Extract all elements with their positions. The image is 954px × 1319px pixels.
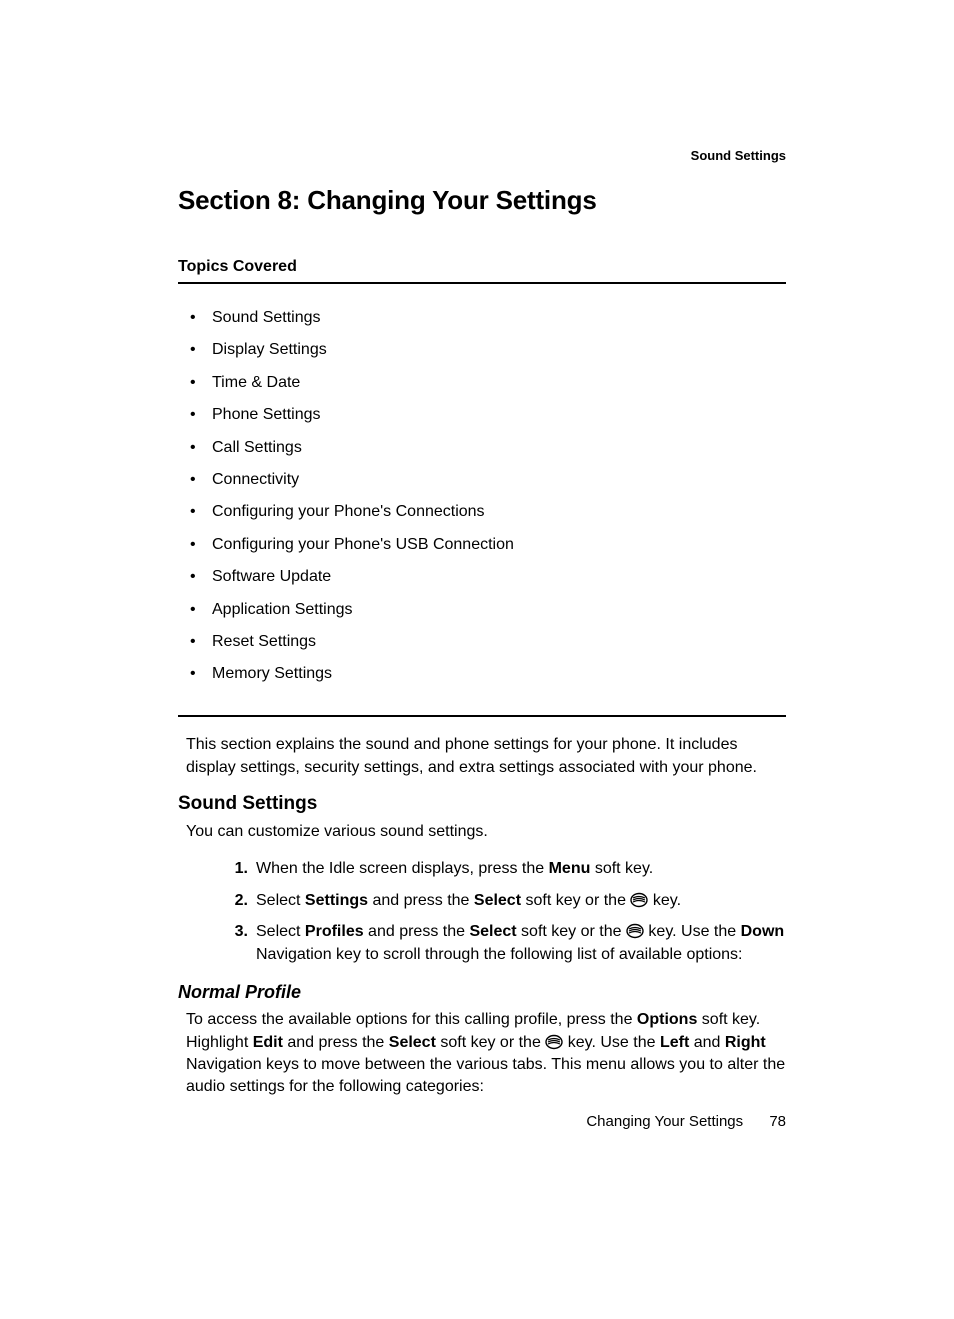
sound-settings-heading: Sound Settings (178, 793, 786, 815)
footer-label: Changing Your Settings (586, 1113, 743, 1130)
list-item: Reset Settings (190, 626, 786, 658)
text: key. Use the (563, 1034, 660, 1051)
list-item: Software Update (190, 561, 786, 593)
intro-paragraph: This section explains the sound and phon… (186, 733, 786, 779)
text: Select (256, 923, 305, 940)
normal-profile-paragraph: To access the available options for this… (186, 1009, 786, 1099)
text: key. (648, 892, 681, 909)
step-item: When the Idle screen displays, press the… (222, 853, 786, 884)
list-item: Display Settings (190, 334, 786, 366)
ok-key-icon (626, 923, 644, 939)
text: Navigation keys to move between the vari… (186, 1056, 785, 1095)
text: Navigation key to scroll through the fol… (256, 946, 743, 963)
text: and press the (368, 892, 474, 909)
bold-text: Profiles (305, 923, 364, 940)
text: soft key or the (517, 923, 626, 940)
bold-text: Down (741, 923, 785, 940)
list-item: Memory Settings (190, 658, 786, 690)
bold-text: Select (389, 1034, 436, 1051)
bold-text: Options (637, 1011, 697, 1028)
bold-text: Right (725, 1034, 766, 1051)
topics-list: Sound Settings Display Settings Time & D… (190, 302, 786, 691)
page: Sound Settings Section 8: Changing Your … (0, 0, 954, 1099)
running-head: Sound Settings (178, 148, 786, 163)
ok-key-icon (630, 892, 648, 908)
list-item: Configuring your Phone's USB Connection (190, 529, 786, 561)
text: Select (256, 892, 305, 909)
sound-settings-steps: When the Idle screen displays, press the… (222, 853, 786, 970)
ok-key-icon (545, 1034, 563, 1050)
divider (178, 282, 786, 284)
list-item: Phone Settings (190, 399, 786, 431)
list-item: Application Settings (190, 594, 786, 626)
list-item: Configuring your Phone's Connections (190, 496, 786, 528)
text: and press the (283, 1034, 389, 1051)
list-item: Time & Date (190, 367, 786, 399)
bold-text: Menu (549, 860, 591, 877)
page-number: 78 (769, 1113, 786, 1130)
sound-settings-lead: You can customize various sound settings… (186, 821, 786, 843)
list-item: Sound Settings (190, 302, 786, 334)
bold-text: Left (660, 1034, 689, 1051)
bold-text: Settings (305, 892, 368, 909)
page-footer: Changing Your Settings 78 (0, 1113, 786, 1130)
step-item: Select Settings and press the Select sof… (222, 885, 786, 916)
text: soft key. (590, 860, 653, 877)
list-item: Connectivity (190, 464, 786, 496)
text: soft key or the (436, 1034, 545, 1051)
bold-text: Select (474, 892, 521, 909)
topics-covered-label: Topics Covered (178, 258, 786, 276)
step-item: Select Profiles and press the Select sof… (222, 916, 786, 970)
section-title: Section 8: Changing Your Settings (178, 185, 786, 216)
text: When the Idle screen displays, press the (256, 860, 549, 877)
divider (178, 715, 786, 717)
text: To access the available options for this… (186, 1011, 637, 1028)
text: and (689, 1034, 725, 1051)
list-item: Call Settings (190, 432, 786, 464)
text: and press the (364, 923, 470, 940)
bold-text: Select (469, 923, 516, 940)
text: key. Use the (644, 923, 741, 940)
text: soft key or the (521, 892, 630, 909)
bold-text: Edit (253, 1034, 283, 1051)
normal-profile-heading: Normal Profile (178, 982, 786, 1003)
